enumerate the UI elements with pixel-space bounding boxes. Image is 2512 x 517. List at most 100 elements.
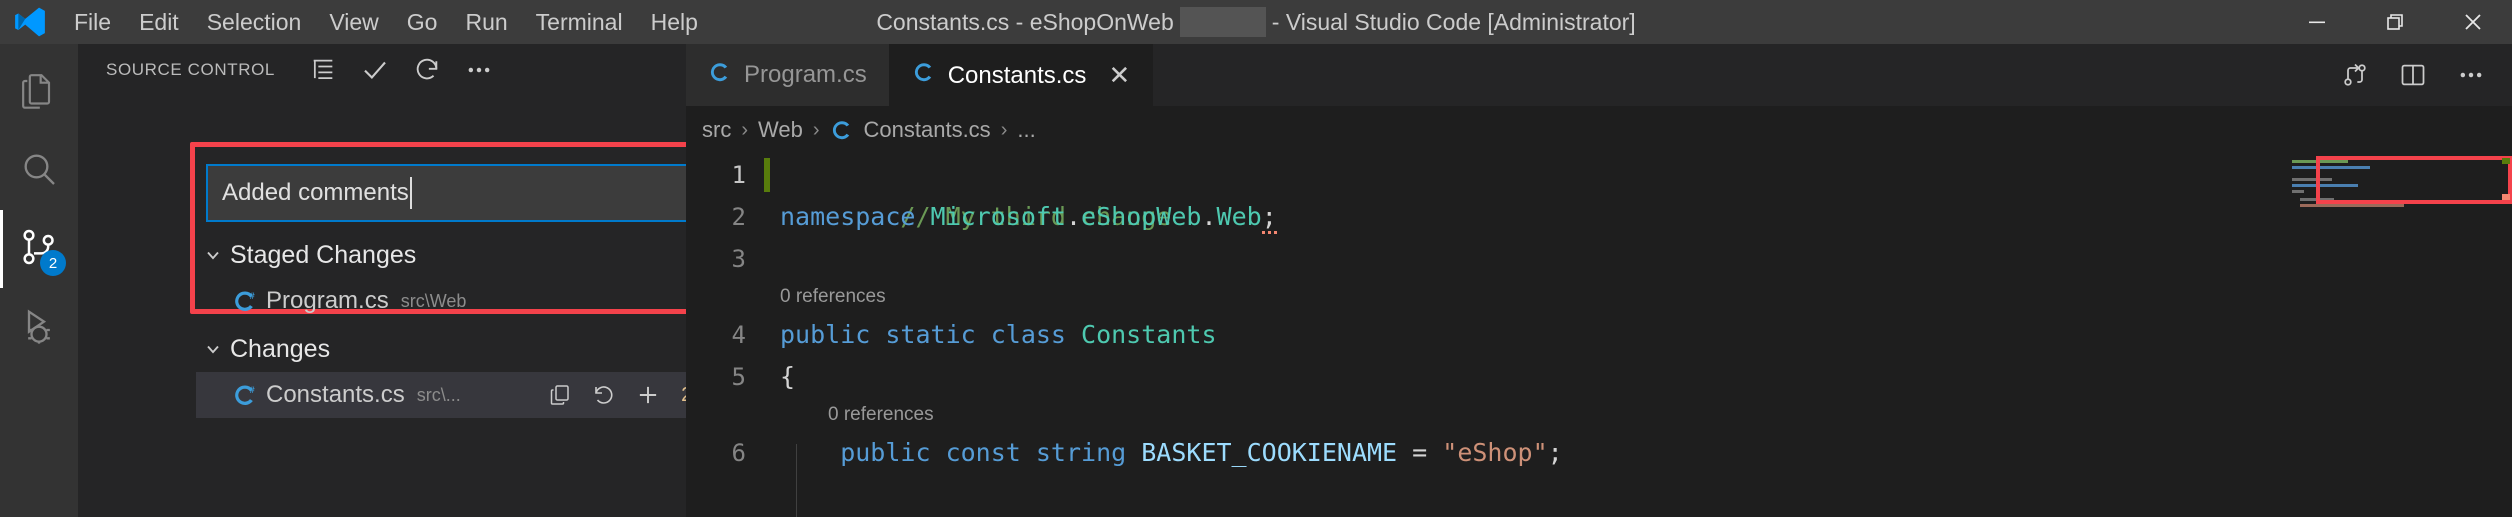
minimize-button[interactable] — [2278, 0, 2356, 44]
commit-checkmark-icon[interactable] — [351, 46, 399, 94]
view-as-list-icon[interactable] — [299, 46, 347, 94]
compare-changes-icon[interactable] — [2328, 48, 2382, 102]
group-header-staged-changes[interactable]: Staged Changes 1 — [196, 232, 736, 278]
activitybar-item-explorer[interactable] — [0, 54, 78, 132]
breadcrumb: src › Web › Constants.cs › ... — [686, 106, 2512, 154]
breadcrumb-item-src[interactable]: src — [702, 117, 731, 143]
editor-area: Program.cs Constants.cs ✕ src › Web › Co… — [686, 44, 2512, 517]
tab-label-constants-cs: Constants.cs — [947, 61, 1087, 89]
codelens-references-6[interactable]: 0 references — [764, 398, 934, 432]
file-row-constants-cs[interactable]: # Constants.cs src\... — [196, 372, 736, 418]
menu-item-terminal[interactable]: Terminal — [522, 0, 637, 44]
code-token: Web — [1216, 202, 1262, 231]
vscode-logo-icon — [0, 0, 60, 44]
split-editor-icon[interactable] — [2386, 48, 2440, 102]
minimap-line — [2292, 190, 2304, 193]
commit-message-value: Added comments — [222, 179, 409, 206]
code-line-content-6: public const string BASKET_COOKIENAME = … — [764, 432, 1563, 474]
codelens-row: 0 references — [686, 280, 2512, 314]
restore-button[interactable] — [2356, 0, 2434, 44]
code-token: = — [1412, 438, 1443, 467]
group-label-staged-changes: Staged Changes — [230, 240, 417, 269]
files-icon — [19, 71, 59, 116]
breadcrumb-item-web[interactable]: Web — [758, 117, 803, 143]
menu-item-go[interactable]: Go — [393, 0, 452, 44]
csharp-file-icon — [830, 118, 854, 142]
editor-toolbar — [2328, 44, 2512, 106]
code-token: eShopWeb — [1081, 202, 1202, 231]
file-name-program-cs: Program.cs — [266, 287, 389, 314]
activity-bar: 2 — [0, 44, 78, 517]
editor-tab-bar: Program.cs Constants.cs ✕ — [686, 44, 2512, 106]
redacted-title-segment — [1179, 7, 1266, 37]
text-caret — [409, 177, 412, 209]
tab-close-icon[interactable]: ✕ — [1108, 60, 1130, 91]
codelens-row: 0 references — [686, 398, 2512, 432]
more-actions-icon[interactable] — [455, 46, 503, 94]
code-line-6: 6 public const string BASKET_COOKIENAME … — [686, 432, 2512, 474]
menu-item-view[interactable]: View — [315, 0, 392, 44]
csharp-file-icon — [912, 60, 936, 91]
svg-text:#: # — [250, 292, 256, 302]
file-row-actions — [543, 378, 665, 412]
discard-changes-icon[interactable] — [587, 378, 621, 412]
activitybar-item-source-control[interactable]: 2 — [0, 210, 78, 288]
title-bar: File Edit Selection View Go Run Terminal… — [0, 0, 2512, 44]
source-control-badge: 2 — [40, 250, 66, 276]
svg-text:#: # — [250, 386, 256, 396]
csharp-file-icon: # — [228, 288, 262, 314]
codelens-gutter-spacer — [686, 280, 764, 314]
code-token: Microsoft — [930, 202, 1066, 231]
file-path-constants-cs: src\... — [416, 384, 461, 405]
code-line-content-2: namespace Microsoft.eShopWeb.Web; — [764, 196, 1277, 238]
more-actions-icon[interactable] — [2444, 48, 2498, 102]
tab-program-cs[interactable]: Program.cs — [686, 44, 890, 106]
commit-message-input[interactable]: Added comments — [206, 164, 724, 222]
window-title-prefix: Constants.cs - eShopOnWeb — [876, 8, 1174, 35]
run-debug-icon — [19, 305, 59, 350]
code-token: { — [780, 362, 796, 391]
refresh-icon[interactable] — [403, 46, 451, 94]
code-line-4: 4 public static class Constants — [686, 314, 2512, 356]
file-row-program-cs[interactable]: # Program.cs src\Web M — [196, 278, 736, 324]
breadcrumb-separator-icon: › — [1000, 118, 1008, 141]
menu-item-edit[interactable]: Edit — [125, 0, 193, 44]
stage-changes-icon[interactable] — [631, 378, 665, 412]
code-token: "eShop" — [1442, 438, 1548, 467]
menu-item-run[interactable]: Run — [451, 0, 521, 44]
codelens-gutter-spacer — [686, 398, 764, 432]
source-control-title: SOURCE CONTROL — [106, 60, 275, 79]
code-token: . — [1201, 202, 1217, 231]
line-number-2: 2 — [731, 203, 746, 231]
breadcrumb-item-constants-cs[interactable]: Constants.cs — [864, 117, 991, 143]
group-label-changes: Changes — [230, 334, 331, 363]
overview-ruler[interactable] — [2500, 154, 2512, 517]
code-token: BASKET_COOKIENAME — [1141, 438, 1413, 467]
line-number-4: 4 — [731, 321, 746, 349]
group-header-changes[interactable]: Changes 1 — [196, 326, 736, 372]
code-line-1: 1 // My third change — [686, 154, 2512, 231]
indent-guide — [796, 444, 797, 517]
code-editor[interactable]: 1 // My third change 2 namespace Microso… — [686, 154, 2512, 517]
code-line-content-5: { — [764, 356, 795, 398]
code-token: Constants — [1081, 320, 1217, 349]
file-path-program-cs: src\Web — [400, 290, 467, 311]
open-file-icon[interactable] — [543, 378, 577, 412]
overview-ruler-modified-marker — [2502, 158, 2510, 164]
chevron-down-icon — [196, 245, 230, 265]
menu-item-selection[interactable]: Selection — [193, 0, 316, 44]
menu-item-help[interactable]: Help — [637, 0, 712, 44]
csharp-file-icon — [708, 60, 732, 91]
activitybar-item-search[interactable] — [0, 132, 78, 210]
code-line-2: 2 namespace Microsoft.eShopWeb.Web; — [686, 196, 2512, 238]
line-number-3: 3 — [731, 245, 746, 273]
minimap[interactable] — [2286, 154, 2496, 517]
breadcrumb-item-symbol[interactable]: ... — [1017, 117, 1035, 143]
tab-constants-cs[interactable]: Constants.cs ✕ — [889, 44, 1154, 106]
close-button[interactable] — [2434, 0, 2512, 44]
code-line-content-4: public static class Constants — [764, 314, 1217, 356]
menu-item-file[interactable]: File — [60, 0, 125, 44]
activitybar-item-run-and-debug[interactable] — [0, 288, 78, 366]
file-name-constants-cs: Constants.cs — [266, 381, 405, 408]
codelens-references-4[interactable]: 0 references — [764, 280, 886, 314]
